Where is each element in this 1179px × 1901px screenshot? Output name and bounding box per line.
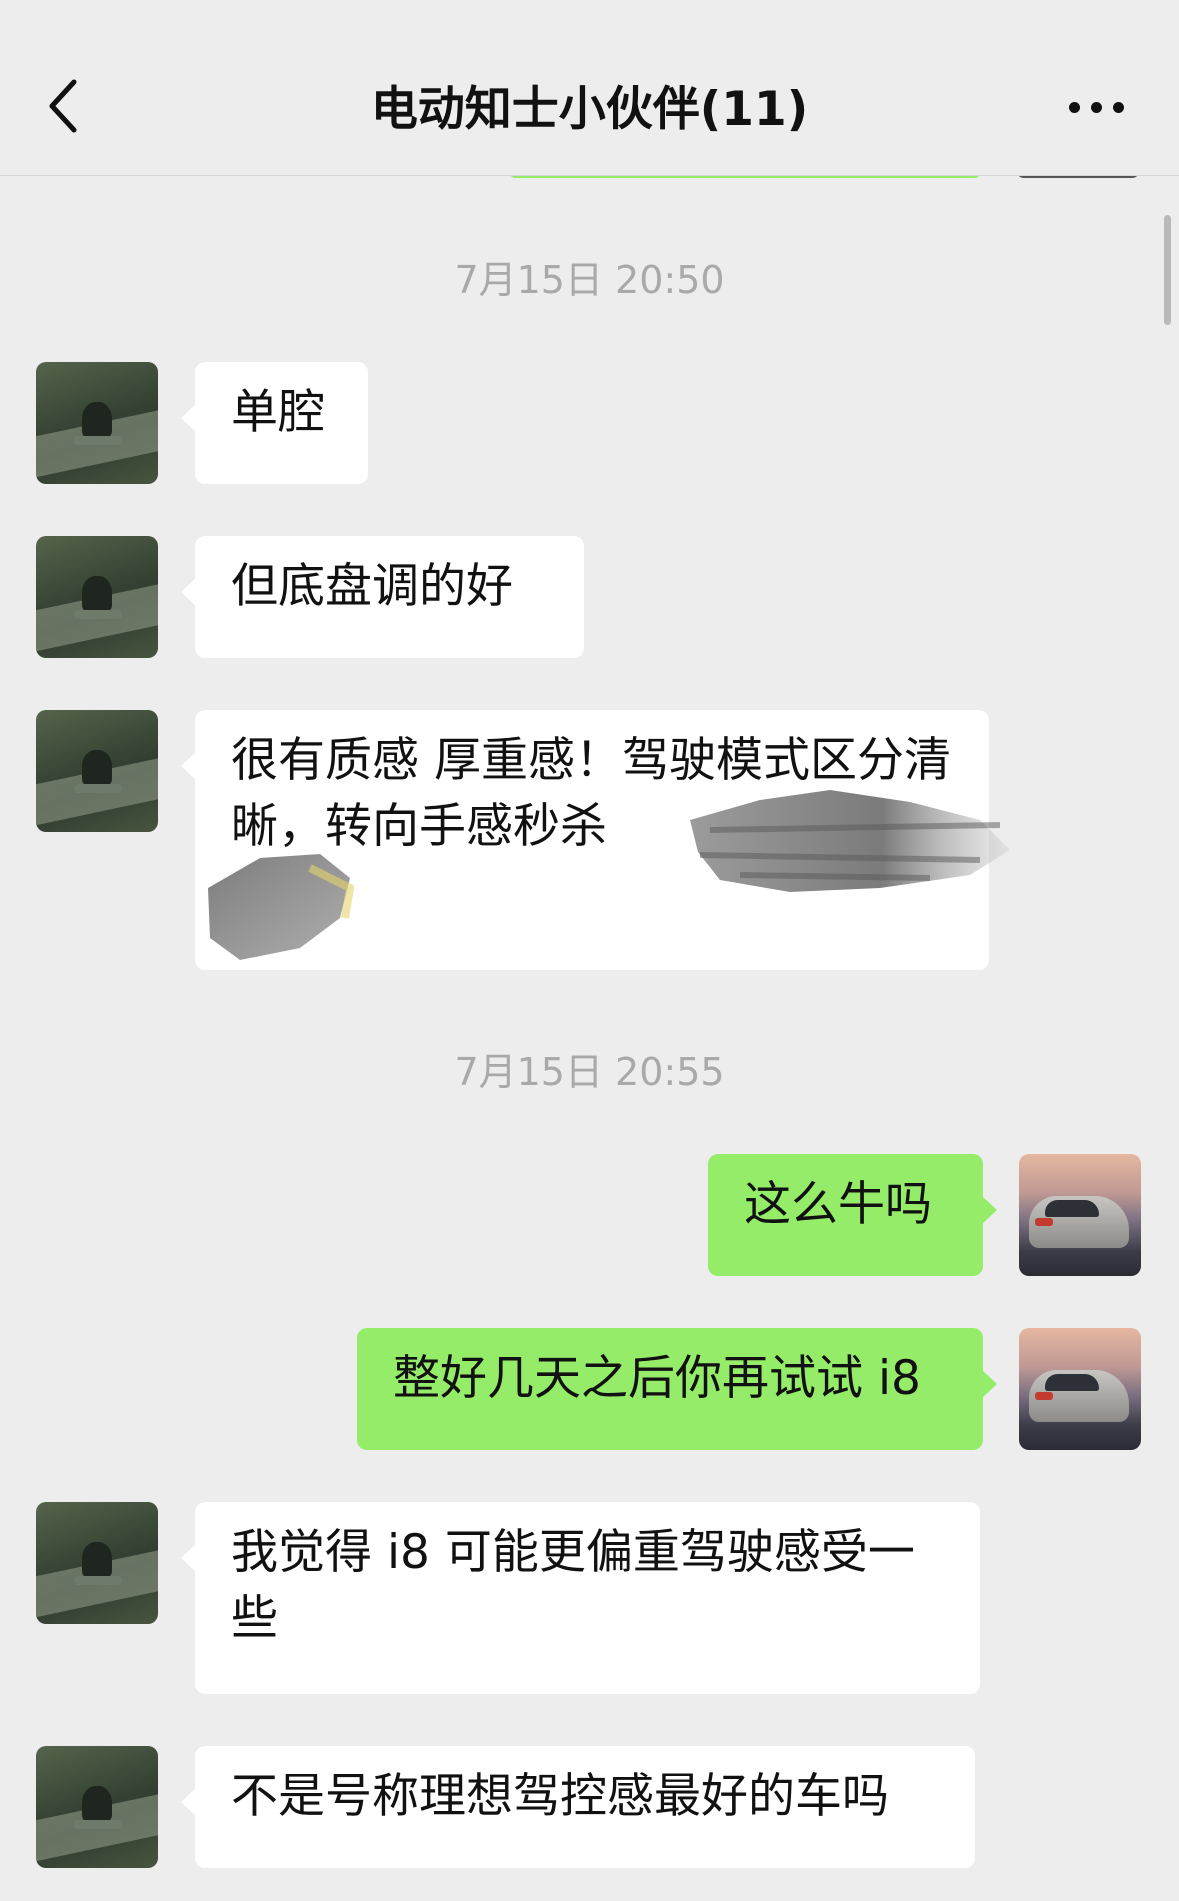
message-bubble-sent[interactable]: 这么牛吗 [708, 1154, 997, 1276]
message-text: 不是号称理想驾控感最好的车吗 [231, 1769, 889, 1824]
message-bubble-received[interactable]: 单腔 [181, 362, 368, 484]
avatar[interactable] [36, 1502, 158, 1624]
message-bubble-received[interactable]: 不是号称理想驾控感最好的车吗 [181, 1746, 975, 1868]
message-text: 单腔 [231, 385, 325, 440]
avatar[interactable] [1019, 1328, 1141, 1450]
avatar[interactable] [36, 710, 158, 832]
chat-title: 电动知士小伙伴(11) [370, 82, 809, 137]
chat-header: 电动知士小伙伴(11) [0, 0, 1179, 176]
chevron-left-icon[interactable] [40, 76, 90, 136]
avatar[interactable] [1019, 1154, 1141, 1276]
message-text: 我觉得 i8 可能更偏重驾驶感受一些 [231, 1525, 915, 1646]
message-bubble-received[interactable]: 很有质感 厚重感！驾驶模式区分清晰，转向手感秒杀 [181, 710, 989, 970]
more-dots-icon[interactable] [1067, 96, 1127, 120]
message-text: 很有质感 厚重感！驾驶模式区分清晰，转向手感秒杀 [231, 733, 951, 854]
message-bubble-received[interactable]: 我觉得 i8 可能更偏重驾驶感受一些 [181, 1502, 980, 1694]
message-text: 整好几天之后你再试试 i8 [393, 1351, 921, 1406]
avatar[interactable] [36, 1746, 158, 1868]
message-text: 但底盘调的好 [231, 559, 513, 614]
message-bubble-received[interactable]: 但底盘调的好 [181, 536, 584, 658]
avatar[interactable] [36, 536, 158, 658]
message-text: 这么牛吗 [744, 1177, 932, 1232]
timestamp: 7月15日 20:55 [454, 1050, 725, 1094]
avatar[interactable] [36, 362, 158, 484]
timestamp: 7月15日 20:50 [454, 258, 725, 302]
message-bubble-sent[interactable]: 整好几天之后你再试试 i8 [357, 1328, 997, 1450]
